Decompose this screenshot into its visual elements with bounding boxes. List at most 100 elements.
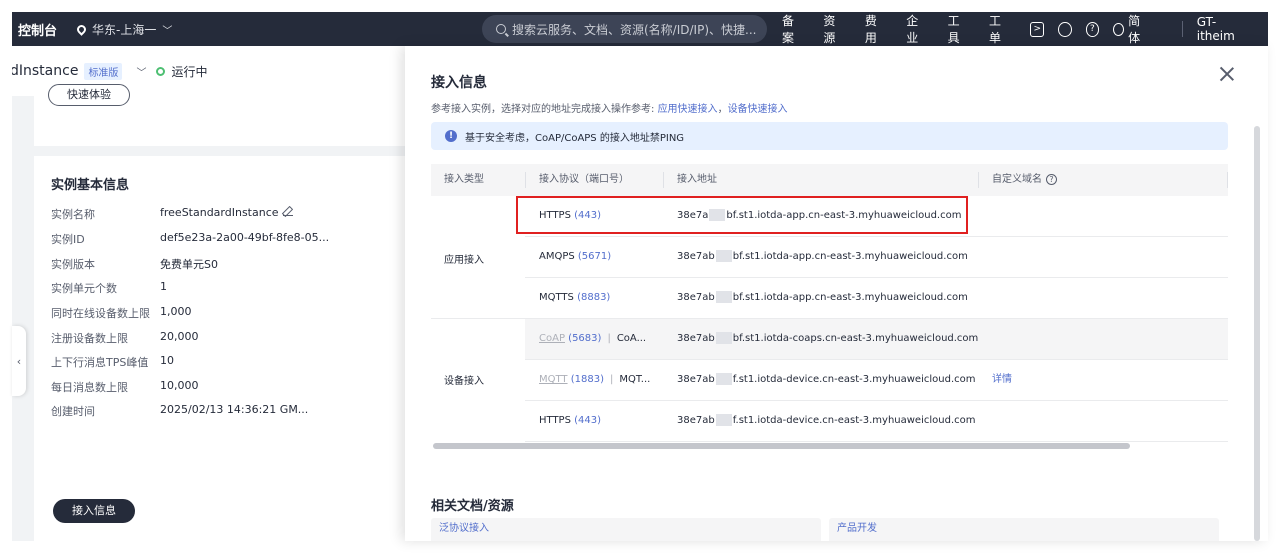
address-cell[interactable]: 38e7ab f.st1.iotda-device.cn-east-3.myhua…	[677, 401, 975, 441]
global-search-input[interactable]: 搜索云服务、文档、资源(名称/ID/IP)、快捷...	[482, 15, 767, 43]
console-brand[interactable]: 控制台	[18, 20, 57, 39]
cloud-shell-icon[interactable]: >	[1030, 21, 1045, 37]
info-key: 注册设备数上限	[51, 332, 128, 345]
search-icon	[496, 24, 506, 34]
info-value: 10,000	[160, 379, 199, 392]
address-suffix: bf.st1.iotda-app.cn-east-3.myhuaweicloud…	[732, 251, 968, 262]
address-prefix: 38e7ab	[677, 333, 715, 344]
protocol-cell: MQTTS (8883)	[539, 278, 610, 318]
instance-page: dInstance 标准版 ﹀ 运行中 快速体验 实例基本信息 实例名称 fre…	[12, 46, 405, 541]
close-icon[interactable]	[1219, 66, 1235, 82]
protocol-name[interactable]: MQTT	[539, 374, 568, 385]
address-cell[interactable]: 38e7ab bf.st1.iotda-app.cn-east-3.myhuawe…	[677, 278, 968, 318]
masked-region	[715, 291, 732, 303]
subtitle-text: 参考接入实例，选择对应的地址完成接入操作参考:	[431, 104, 658, 115]
nav-tickets[interactable]: 工单	[989, 12, 1010, 46]
nav-billing[interactable]: 费用	[865, 12, 886, 46]
info-icon: !	[445, 130, 457, 142]
header-domain: 自定义域名?	[992, 164, 1057, 196]
nav-tools[interactable]: 工具	[948, 12, 969, 46]
protocol-name[interactable]: CoAP	[539, 333, 565, 344]
address-suffix: f.st1.iotda-device.cn-east-3.myhuaweiclo…	[732, 415, 976, 426]
nav-resources[interactable]: 资源	[823, 12, 844, 46]
info-key: 上下行消息TPS峰值	[51, 356, 149, 369]
address-suffix: f.st1.iotda-device.cn-east-3.myhuaweiclo…	[732, 374, 976, 385]
info-row: 实例名称 freeStandardInstance	[51, 206, 401, 222]
port: (5683)	[568, 333, 602, 344]
region-selector[interactable]: 华东-上海一 ﹀	[75, 21, 172, 38]
address-cell[interactable]: 38e7ab bf.st1.iotda-app.cn-east-3.myhuawe…	[677, 237, 968, 277]
drawer-subtitle: 参考接入实例，选择对应的地址完成接入操作参考: 应用快速接入，设备快速接入	[431, 100, 788, 115]
access-info-drawer: 接入信息 参考接入实例，选择对应的地址完成接入操作参考: 应用快速接入，设备快速…	[405, 46, 1268, 541]
divider	[1181, 21, 1183, 37]
search-placeholder: 搜索云服务、文档、资源(名称/ID/IP)、快捷...	[512, 22, 757, 37]
instance-switch-chevron-icon[interactable]: ﹀	[136, 64, 146, 79]
info-key: 实例单元个数	[51, 282, 117, 295]
info-key: 实例ID	[51, 233, 85, 246]
info-value: 1,000	[160, 305, 192, 318]
address-suffix: bf.st1.iotda-app.cn-east-3.myhuaweicloud…	[732, 292, 968, 303]
quick-experience-button[interactable]: 快速体验	[48, 84, 130, 106]
info-key: 实例版本	[51, 258, 95, 271]
horizontal-scrollbar[interactable]	[433, 443, 1130, 449]
edition-badge: 标准版	[84, 62, 123, 80]
nav-enterprise[interactable]: 企业	[906, 12, 927, 46]
protocol-name: AMQPS	[539, 251, 575, 262]
language-label: 简体	[1128, 14, 1141, 45]
port: (443)	[574, 415, 602, 426]
collapse-sidebar-handle[interactable]: ‹	[12, 326, 26, 396]
address-cell[interactable]: 38e7ab bf.st1.iotda-coaps.cn-east-3.myhua…	[677, 319, 978, 359]
status-dot-icon	[156, 66, 166, 76]
status-text: 运行中	[171, 64, 208, 79]
top-nav: 备案 资源 费用 企业 工具 工单 > ? 简体 GT-itheim	[782, 12, 1268, 46]
info-row: 创建时间 2025/02/13 14:36:21 GM...	[51, 403, 401, 419]
access-info-button[interactable]: 接入信息	[53, 499, 135, 523]
related-card-protocol[interactable]: 泛协议接入	[431, 518, 821, 541]
protocol-cell: CoAP (5683) | CoA...	[539, 319, 646, 359]
info-key: 同时在线设备数上限	[51, 307, 150, 320]
port: (8883)	[577, 292, 611, 303]
header-type: 接入类型	[444, 174, 484, 185]
table-row: MQTT (1883) | MQT... 38e7ab f.st1.iotda-dev…	[525, 360, 1228, 401]
masked-region	[715, 414, 732, 426]
instance-name: dInstance	[12, 63, 79, 79]
protocol-cell: MQTT (1883) | MQT...	[539, 360, 650, 400]
related-docs-title: 相关文档/资源	[431, 499, 514, 514]
help-icon[interactable]: ?	[1046, 173, 1057, 185]
nav-beian[interactable]: 备案	[782, 12, 803, 46]
notice-text: 基于安全考虑，CoAP/CoAPS 的接入地址禁PING	[465, 132, 685, 144]
region-label: 华东-上海一	[92, 22, 157, 37]
basic-info-card: 实例基本信息 实例名称 freeStandardInstance 实例ID de…	[34, 156, 405, 541]
domain-details-link[interactable]: 详情	[992, 360, 1012, 400]
group-app-access: 应用接入	[444, 255, 484, 266]
info-row: 实例单元个数 1	[51, 280, 401, 296]
protocol-cell: HTTPS (443)	[539, 401, 601, 441]
info-key: 实例名称	[51, 208, 95, 221]
info-value: 10	[160, 354, 174, 367]
drawer-title: 接入信息	[431, 75, 487, 91]
app-quick-access-link[interactable]: 应用快速接入	[658, 104, 718, 115]
table-row: HTTPS (443) 38e7ab f.st1.iotda-device.cn-…	[525, 401, 1228, 442]
column-divider	[978, 172, 979, 188]
edit-icon[interactable]	[282, 206, 293, 216]
device-quick-access-link[interactable]: 设备快速接入	[728, 104, 788, 115]
help-icon[interactable]: ?	[1085, 21, 1100, 37]
masked-region	[715, 373, 732, 385]
vertical-scrollbar[interactable]	[1254, 126, 1260, 541]
info-value: 1	[160, 280, 167, 293]
masked-region	[715, 250, 732, 262]
address-prefix: 38e7ab	[677, 415, 715, 426]
info-value: 免费单元S0	[160, 258, 218, 271]
info-value: def5e23a-2a00-49bf-8fe8-05...	[160, 231, 330, 244]
language-selector[interactable]: 简体	[1113, 12, 1167, 46]
address-cell[interactable]: 38e7ab f.st1.iotda-device.cn-east-3.myhua…	[677, 360, 975, 400]
address-prefix: 38e7ab	[677, 374, 715, 385]
bell-icon[interactable]	[1058, 21, 1072, 37]
status-badge: 运行中	[156, 63, 207, 80]
header-domain-label: 自定义域名	[992, 174, 1042, 185]
user-menu[interactable]: GT-itheim	[1197, 15, 1248, 43]
table-header: 接入类型 接入协议（端口号） 接入地址 自定义域名?	[431, 164, 1228, 196]
related-card-product-dev[interactable]: 产品开发	[829, 518, 1219, 541]
info-row: 实例ID def5e23a-2a00-49bf-8fe8-05...	[51, 231, 401, 247]
info-row: 每日消息数上限 10,000	[51, 379, 401, 395]
